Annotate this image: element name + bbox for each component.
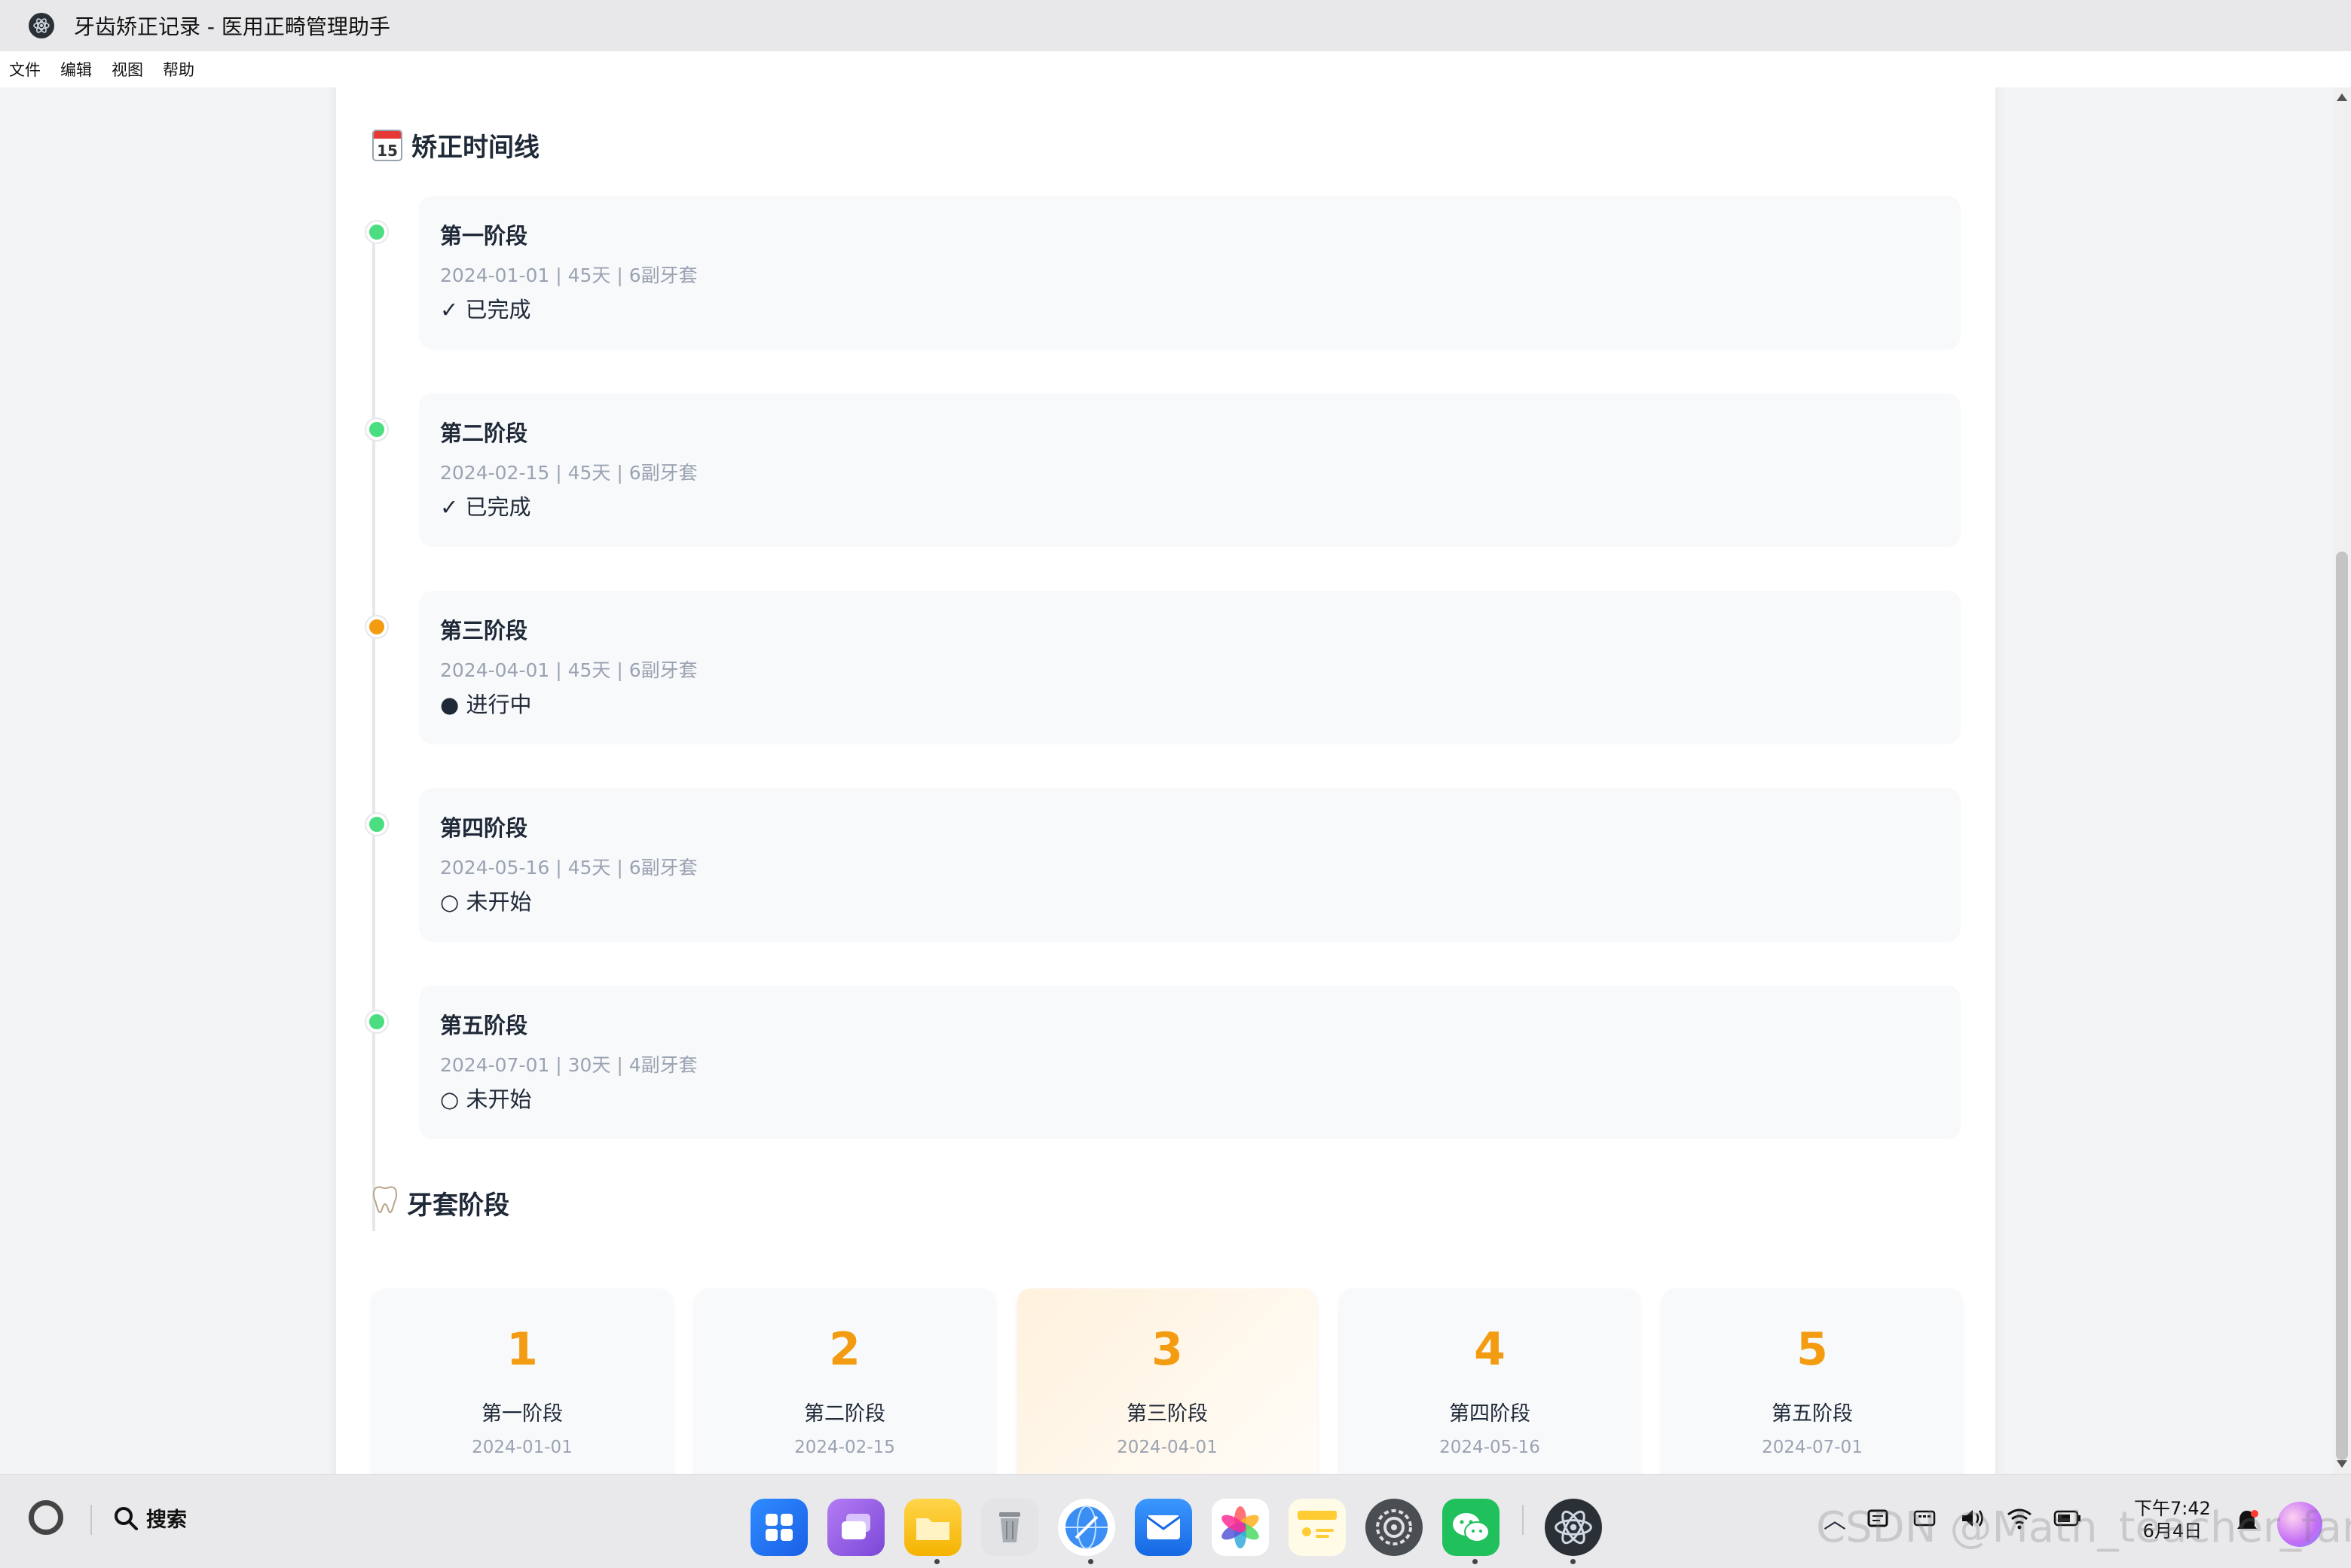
phases-title-text: 牙套阶段 — [407, 1191, 509, 1221]
phase-date: 2024-04-01 — [1117, 1438, 1218, 1457]
stage-card-1[interactable]: 第一阶段 2024-01-01 | 45天 | 6副牙套 ✓ 已完成 — [419, 196, 1961, 350]
search-button[interactable]: 搜索 — [113, 1503, 187, 1533]
menu-view[interactable]: 视图 — [112, 58, 143, 81]
stage-card-2[interactable]: 第二阶段 2024-02-15 | 45天 | 6副牙套 ✓ 已完成 — [419, 393, 1961, 547]
phase-date: 2024-02-15 — [794, 1438, 895, 1457]
browser-icon[interactable] — [1058, 1499, 1115, 1556]
trash-icon[interactable] — [981, 1499, 1038, 1556]
phase-number: 2 — [829, 1323, 861, 1376]
phase-name: 第三阶段 — [1127, 1402, 1208, 1426]
search-icon — [115, 1506, 138, 1530]
taskbar-divider — [1522, 1505, 1524, 1535]
watermark-text: CSDN @Math_teacher_fan — [1816, 1503, 2351, 1552]
stage-dot — [366, 616, 387, 637]
stage-status: ● 进行中 — [440, 692, 532, 717]
stage-status: ○ 未开始 — [440, 889, 532, 915]
phase-card-3[interactable]: 3 第三阶段 2024-04-01 — [1017, 1288, 1317, 1474]
running-indicator — [934, 1559, 940, 1564]
main-card: 15 矫正时间线 第一阶段 2024-01-01 | 45天 | 6副牙套 ✓ … — [336, 87, 1995, 1474]
timeline-line — [372, 237, 375, 1231]
running-indicator — [1570, 1559, 1576, 1564]
phase-cards-row: 1 第一阶段 2024-01-01 2 第二阶段 2024-02-15 3 第三… — [372, 1288, 1962, 1474]
files-icon[interactable] — [904, 1499, 961, 1556]
multitask-icon[interactable] — [827, 1499, 885, 1556]
notes-icon[interactable] — [1289, 1499, 1346, 1556]
tooth-icon — [372, 1184, 398, 1221]
timeline-title-text: 矫正时间线 — [411, 133, 540, 163]
stage-card-5[interactable]: 第五阶段 2024-07-01 | 30天 | 4副牙套 ○ 未开始 — [419, 986, 1961, 1139]
stage-card-4[interactable]: 第四阶段 2024-05-16 | 45天 | 6副牙套 ○ 未开始 — [419, 788, 1961, 942]
phase-date: 2024-05-16 — [1439, 1438, 1540, 1457]
stage-meta: 2024-02-15 | 45天 | 6副牙套 — [440, 462, 698, 484]
stage-name: 第四阶段 — [440, 815, 528, 841]
stage-dot — [366, 1011, 387, 1032]
stage-meta: 2024-05-16 | 45天 | 6副牙套 — [440, 857, 698, 879]
menu-help[interactable]: 帮助 — [163, 58, 194, 81]
mail-icon[interactable] — [1135, 1499, 1192, 1556]
settings-icon[interactable] — [1365, 1499, 1423, 1556]
phases-section-title: 牙套阶段 — [372, 1184, 509, 1221]
running-indicator — [1088, 1559, 1093, 1564]
menu-edit[interactable]: 编辑 — [60, 58, 92, 81]
content-viewport[interactable]: 15 矫正时间线 第一阶段 2024-01-01 | 45天 | 6副牙套 ✓ … — [0, 87, 2333, 1474]
stage-name: 第二阶段 — [440, 420, 528, 446]
phase-date: 2024-01-01 — [472, 1438, 573, 1457]
phase-card-2[interactable]: 2 第二阶段 2024-02-15 — [695, 1288, 995, 1474]
stage-meta: 2024-07-01 | 30天 | 4副牙套 — [440, 1054, 698, 1076]
stage-dot — [366, 814, 387, 835]
scroll-up-arrow-icon[interactable] — [2337, 93, 2347, 101]
stage-dot — [366, 419, 387, 440]
start-button[interactable] — [29, 1500, 63, 1535]
menu-file[interactable]: 文件 — [9, 58, 41, 81]
phase-name: 第五阶段 — [1772, 1402, 1853, 1426]
phase-name: 第二阶段 — [804, 1402, 885, 1426]
phase-number: 1 — [506, 1323, 538, 1376]
stage-dot — [366, 222, 387, 243]
phase-card-1[interactable]: 1 第一阶段 2024-01-01 — [372, 1288, 672, 1474]
scroll-down-arrow-icon[interactable] — [2337, 1460, 2347, 1468]
stage-meta: 2024-04-01 | 45天 | 6副牙套 — [440, 659, 698, 681]
stage-name: 第三阶段 — [440, 618, 528, 643]
phase-name: 第四阶段 — [1449, 1402, 1530, 1426]
phase-number: 5 — [1796, 1323, 1828, 1376]
phase-name: 第一阶段 — [482, 1402, 563, 1426]
phase-number: 4 — [1474, 1323, 1506, 1376]
phase-card-5[interactable]: 5 第五阶段 2024-07-01 — [1662, 1288, 1962, 1474]
title-bar: 牙齿矫正记录 - 医用正畸管理助手 — [0, 0, 2351, 51]
phase-date: 2024-07-01 — [1762, 1438, 1863, 1457]
stage-name: 第一阶段 — [440, 223, 528, 249]
calendar-icon: 15 — [372, 129, 402, 161]
phase-number: 3 — [1151, 1323, 1183, 1376]
photos-icon[interactable] — [1212, 1499, 1269, 1556]
window-title: 牙齿矫正记录 - 医用正畸管理助手 — [74, 14, 390, 39]
running-indicator — [1472, 1559, 1478, 1564]
stage-status: ○ 未开始 — [440, 1087, 532, 1112]
taskbar: 搜索 ︿ 下午7:42 6月4日 CSDN @Math_teacher_fan — [0, 1474, 2351, 1568]
stage-status: ✓ 已完成 — [440, 494, 531, 520]
timeline-section-title: 15 矫正时间线 — [372, 127, 540, 164]
stage-card-3[interactable]: 第三阶段 2024-04-01 | 45天 | 6副牙套 ● 进行中 — [419, 591, 1961, 744]
launcher-icon[interactable] — [751, 1499, 808, 1556]
vertical-scrollbar[interactable] — [2333, 87, 2351, 1474]
app-logo-icon — [29, 13, 54, 38]
search-label: 搜索 — [146, 1508, 187, 1532]
wechat-icon[interactable] — [1442, 1499, 1500, 1556]
scroll-thumb[interactable] — [2336, 552, 2348, 1460]
stage-status: ✓ 已完成 — [440, 297, 531, 322]
stage-meta: 2024-01-01 | 45天 | 6副牙套 — [440, 264, 698, 286]
stage-name: 第五阶段 — [440, 1013, 528, 1038]
electron-app-icon[interactable] — [1545, 1499, 1602, 1556]
menu-bar: 文件 编辑 视图 帮助 — [0, 51, 2351, 87]
phase-card-4[interactable]: 4 第四阶段 2024-05-16 — [1340, 1288, 1640, 1474]
taskbar-divider — [90, 1505, 92, 1535]
